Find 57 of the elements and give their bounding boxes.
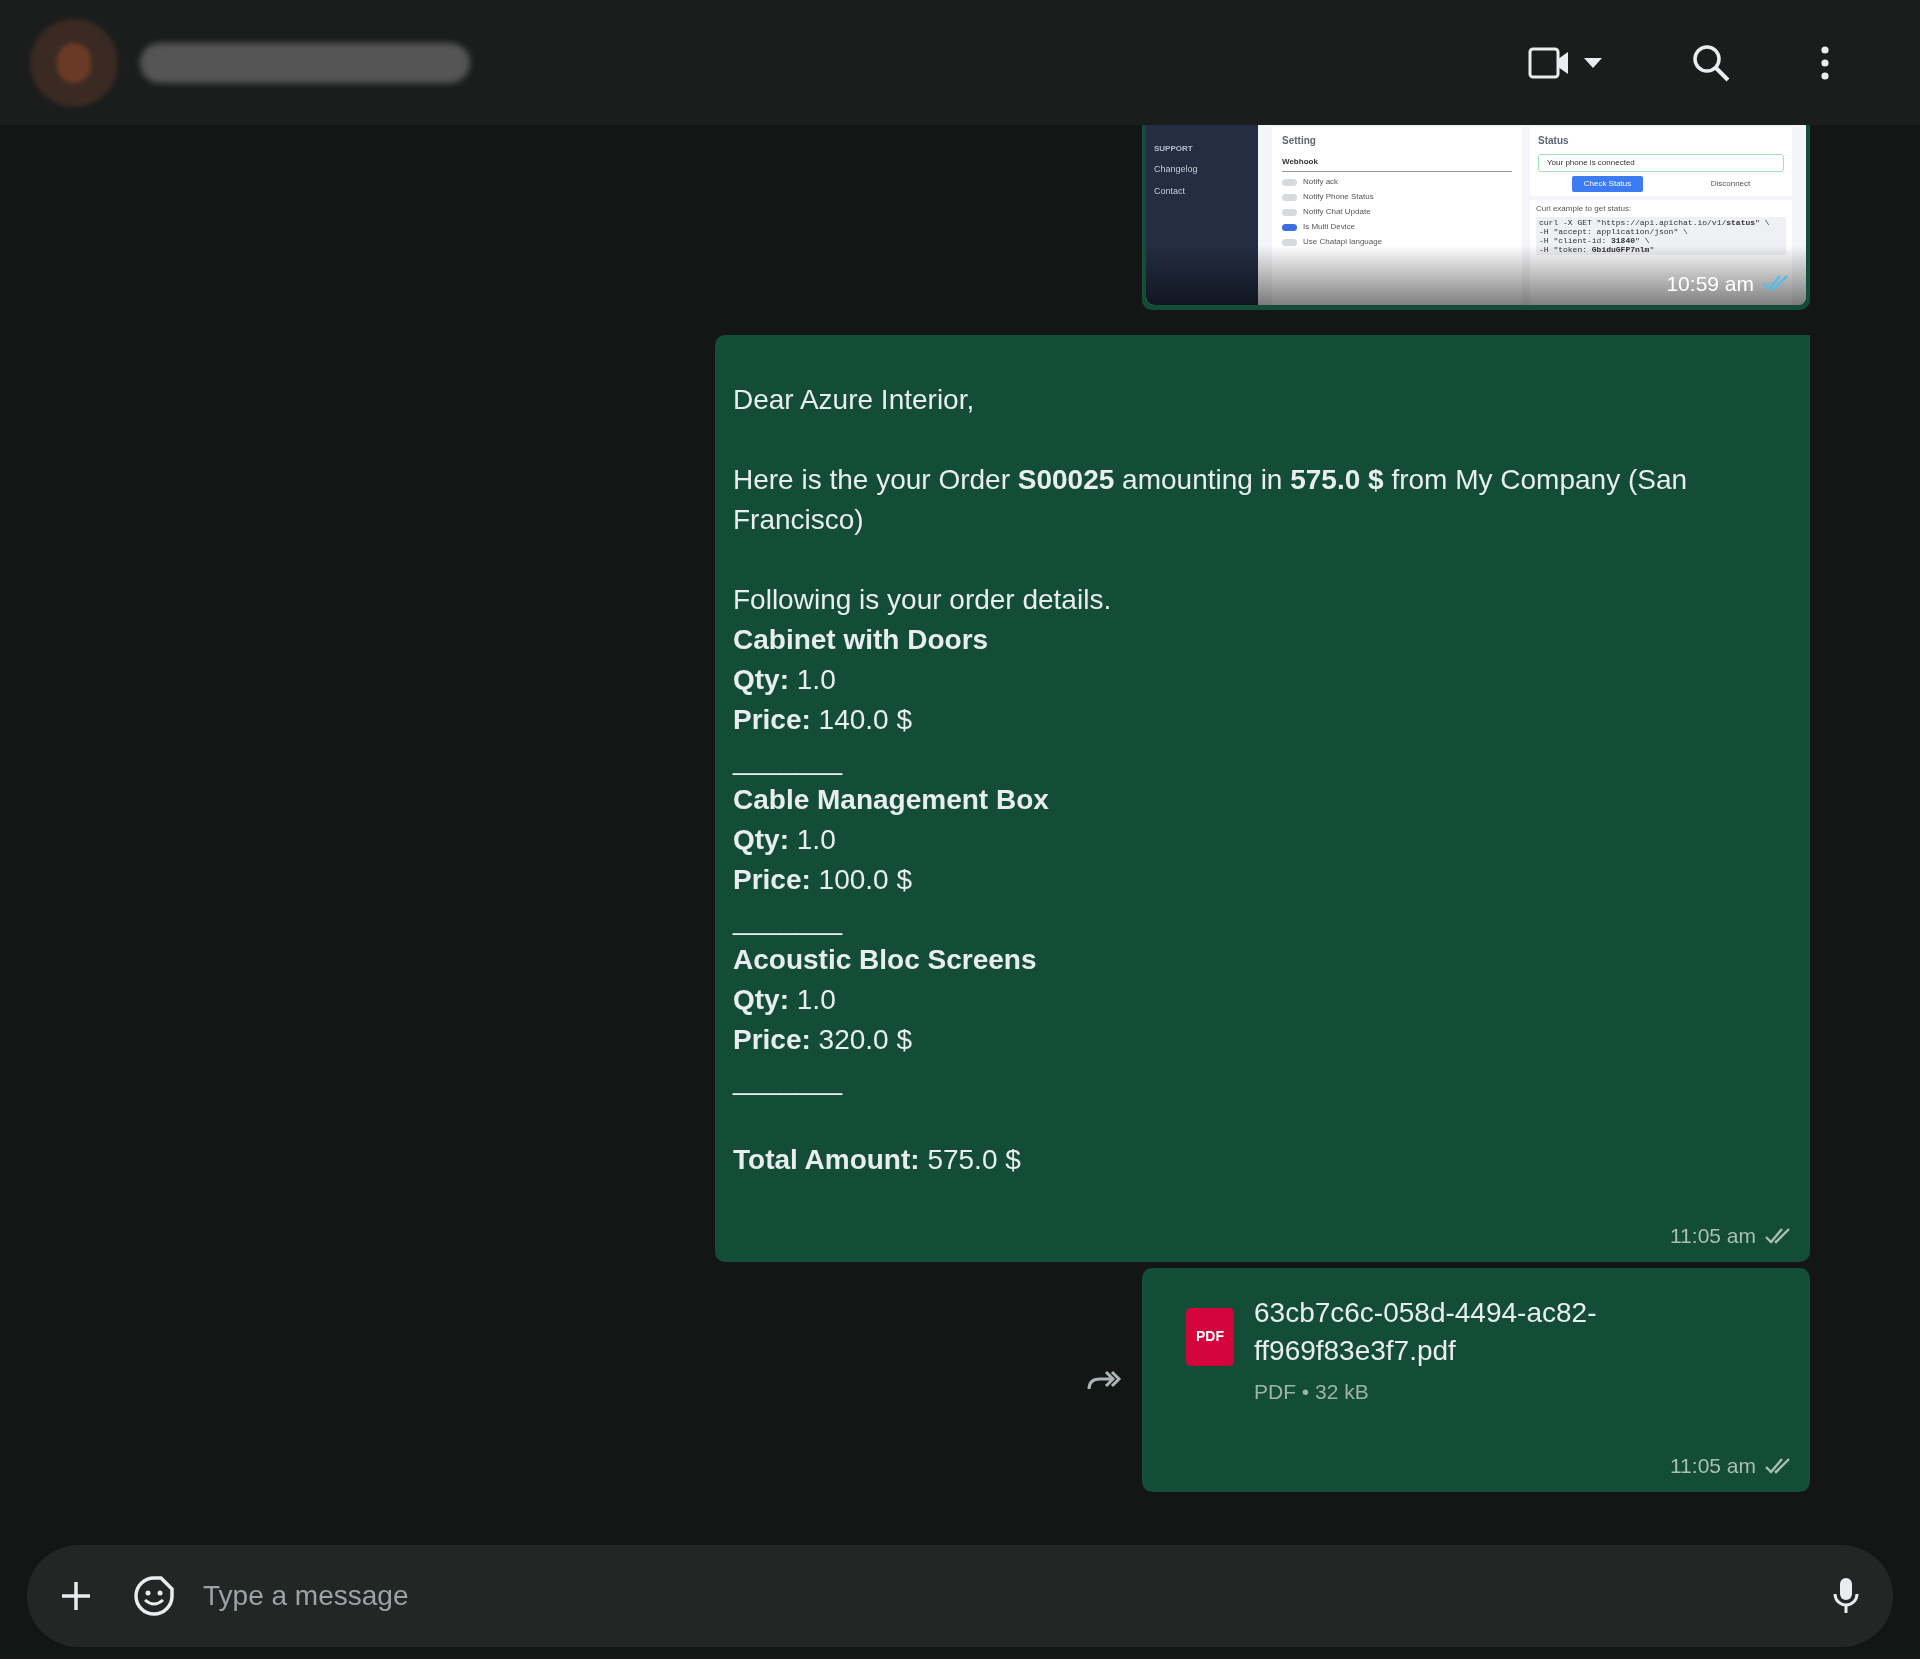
message-time: 10:59 am (1666, 270, 1754, 297)
video-call-button[interactable] (1528, 46, 1602, 79)
message-text: Dear Azure Interior, (733, 383, 976, 417)
sticker-icon[interactable] (133, 1575, 175, 1617)
message-input[interactable]: Type a message (203, 1575, 1831, 1617)
toggle-label: Notify Phone Status (1303, 192, 1374, 202)
message-time: 11:05 am (1670, 1223, 1756, 1249)
check-status-button[interactable]: Check Status (1571, 176, 1644, 192)
code-line: curl -X GET "https://api.apichat.io/v1/status" \ (1539, 218, 1771, 227)
message-text: _______ (733, 903, 844, 937)
message-time: 11:05 am (1670, 1453, 1756, 1479)
toggle-label: Is Multi Device (1303, 222, 1355, 232)
file-meta: PDF • 32 kB (1254, 1378, 1370, 1405)
video-camera-icon (1528, 46, 1570, 79)
toggle-label: Notify Chat Update (1303, 207, 1371, 217)
message-text: Following is your order details. (733, 583, 1113, 617)
toggle-switch[interactable] (1282, 223, 1297, 231)
message-text: Acoustic Bloc Screens (733, 943, 1038, 977)
caret-icon (1584, 57, 1602, 68)
card-title: Setting (1282, 134, 1317, 148)
sidebar-heading: SUPPORT (1154, 143, 1194, 155)
pdf-file-icon: PDF (1186, 1307, 1234, 1366)
message-text: Qty: 1.0 (733, 983, 837, 1017)
menu-icon[interactable] (1820, 45, 1830, 80)
message-text: Price: 140.0 $ (733, 703, 914, 737)
message-text: Price: 100.0 $ (733, 863, 914, 897)
message-field[interactable]: Type a message (27, 1545, 1893, 1647)
message-text: Cable Management Box (733, 783, 1050, 817)
forward-icon[interactable] (1086, 1368, 1122, 1391)
toggle-label: Use Chatapi language (1303, 237, 1383, 247)
message-text: Qty: 1.0 (733, 823, 837, 857)
code-line: -H "token: GbiduGFP7nlm" (1539, 245, 1656, 254)
toggle-switch[interactable] (1282, 208, 1297, 216)
message-text: Here is the your Order S00025 amounting in 575.0 $ from My Company (San Francisco) (733, 463, 1689, 537)
connected-banner: Your phone is connected (1538, 154, 1784, 172)
message-text: Qty: 1.0 (733, 663, 837, 697)
toggle-label: Notify ack (1303, 177, 1339, 187)
code-line: -H "accept: application/json" \ (1539, 227, 1689, 236)
plus-icon[interactable] (59, 1579, 93, 1613)
sidebar-item[interactable]: Contact (1154, 184, 1258, 198)
card-title: Status (1538, 134, 1570, 148)
message-text: Cabinet with Doors (733, 623, 990, 657)
sidebar-item[interactable]: Changelog (1154, 163, 1258, 177)
message-text: Price: 320.0 $ (733, 1023, 914, 1057)
toggle-switch[interactable] (1282, 178, 1297, 186)
webhook-field[interactable]: Webhook (1282, 156, 1512, 172)
toggle-switch[interactable] (1282, 193, 1297, 201)
disconnect-button[interactable]: Disconnect (1710, 178, 1751, 190)
message-text: Total Amount: 575.0 $ (733, 1143, 1022, 1177)
code-line: -H "client-id: 31840" \ (1539, 236, 1651, 245)
microphone-icon[interactable] (1831, 1576, 1861, 1616)
search-icon[interactable] (1692, 43, 1730, 82)
message-text: _______ (733, 743, 844, 777)
file-name: 63cb7c6c-058d-4494-ac82-ff969f83e3f7.pdf (1254, 1295, 1598, 1368)
message-text: _______ (733, 1063, 844, 1097)
code-caption: Curl example to get status: (1536, 203, 1633, 215)
toggle-switch[interactable] (1282, 238, 1297, 246)
